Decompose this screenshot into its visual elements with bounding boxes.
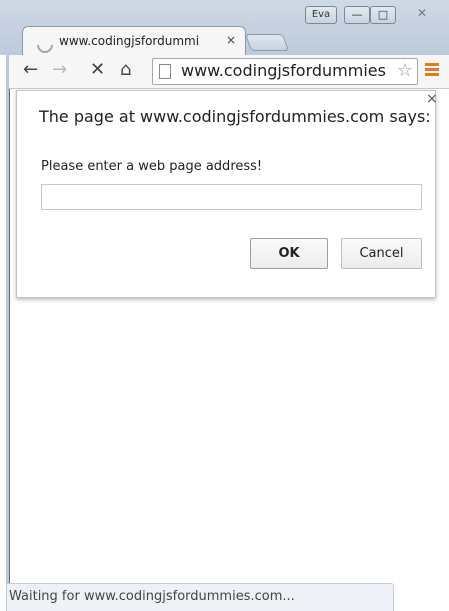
tab-title: www.codingjsfordummi bbox=[59, 34, 200, 48]
star-icon[interactable]: ☆ bbox=[397, 60, 413, 81]
status-text: Waiting for www.codingjsfordummies.com..… bbox=[9, 589, 295, 604]
url-prompt-input[interactable] bbox=[41, 184, 422, 210]
forward-arrow-icon[interactable]: → bbox=[52, 60, 67, 80]
dialog-title: The page at www.codingjsfordummies.com s… bbox=[39, 107, 431, 126]
profile-badge[interactable]: Eva bbox=[305, 6, 337, 24]
cancel-button[interactable]: Cancel bbox=[341, 238, 422, 269]
prompt-dialog: × The page at www.codingjsfordummies.com… bbox=[16, 90, 438, 298]
window-border bbox=[6, 55, 10, 610]
dialog-message: Please enter a web page address! bbox=[41, 159, 263, 174]
back-arrow-icon[interactable]: ← bbox=[23, 60, 38, 80]
menu-bar-1 bbox=[425, 63, 439, 66]
loading-spinner-icon bbox=[33, 33, 57, 57]
dialog-close-icon[interactable]: × bbox=[426, 91, 438, 107]
status-bar: Waiting for www.codingjsfordummies.com..… bbox=[6, 583, 394, 611]
address-bar[interactable]: www.codingjsfordummies ☆ bbox=[152, 58, 418, 85]
menu-bar-2 bbox=[425, 68, 439, 71]
tab-active[interactable]: www.codingjsfordummi × bbox=[22, 26, 246, 57]
close-window-button[interactable]: ✕ bbox=[410, 6, 434, 22]
maximize-button[interactable]: □ bbox=[370, 6, 396, 24]
home-icon[interactable]: ⌂ bbox=[120, 60, 131, 80]
page-icon bbox=[159, 64, 171, 79]
new-tab-button[interactable] bbox=[244, 34, 290, 51]
address-url[interactable]: www.codingjsfordummies bbox=[181, 61, 391, 80]
menu-icon[interactable] bbox=[425, 63, 439, 77]
tab-close-icon[interactable]: × bbox=[226, 33, 236, 47]
stop-icon[interactable]: ✕ bbox=[90, 60, 105, 80]
menu-bar-3 bbox=[425, 73, 439, 76]
browser-window: Eva — □ ✕ www.codingjsfordummi × ← → ✕ ⌂… bbox=[0, 0, 449, 611]
ok-button[interactable]: OK bbox=[250, 238, 328, 269]
minimize-button[interactable]: — bbox=[344, 6, 370, 24]
